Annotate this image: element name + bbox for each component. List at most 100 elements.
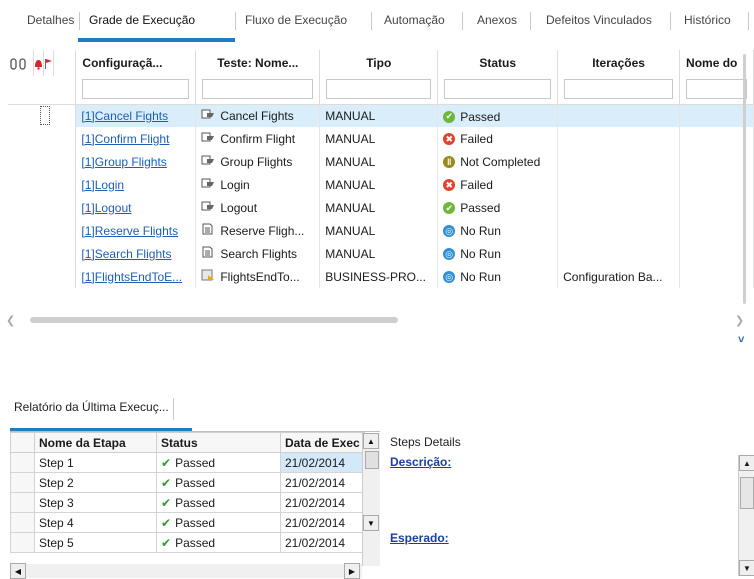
scrollbar-thumb[interactable] [30,317,398,323]
step-row[interactable]: Step 5 ✔ Passed 21/02/2014 [10,532,365,553]
tab-automacao[interactable]: Automação [384,13,445,27]
scroll-left-icon[interactable]: ❮ [6,314,15,327]
row-header[interactable] [10,472,35,493]
row-header[interactable] [10,532,35,553]
status-icon: ✖ [443,179,456,192]
step-name: Step 5 [34,532,157,553]
flag-column-header[interactable] [43,50,55,76]
table-row[interactable]: [1]FlightsEndToE... FlightsEndTo... BUSINE… [8,265,754,288]
configuration-link[interactable]: [1]Reserve Flights [81,224,178,238]
tab-anexos[interactable]: Anexos [477,13,517,27]
configuration-link[interactable]: [1]Confirm Flight [81,132,169,146]
table-row[interactable]: [1]Reserve Flights Reserve Fligh... MANUAL… [8,219,754,242]
step-row[interactable]: Step 4 ✔ Passed 21/02/2014 [10,512,365,533]
status-text: Failed [460,178,493,193]
tab-grade-de-execucao[interactable]: Grade de Execução [89,13,195,27]
status-text: Passed [460,201,501,216]
status-text: No Run [460,270,501,285]
column-header-teste-nome[interactable]: Teste: Nome... [195,50,321,76]
tab-detalhes[interactable]: Detalhes [27,13,74,27]
table-row[interactable]: [1]Group Flights Group Flights MANUAL ‖ Not … [8,150,754,173]
step-row[interactable]: Step 3 ✔ Passed 21/02/2014 [10,492,365,513]
row-header[interactable] [10,492,35,513]
tab-historico[interactable]: Histórico [684,13,731,27]
step-date: 21/02/2014 [280,452,365,473]
filter-input-iteracoes[interactable] [564,78,674,99]
test-name: Logout [220,200,258,215]
tab-bar: Detalhes Grade de Execução Fluxo de Exec… [0,0,754,42]
tab-separator [748,12,749,30]
descricao-label[interactable]: Descrição: [390,455,451,469]
table-row[interactable]: [1]Search Flights Search Flights MANUAL ◎ No… [8,242,754,265]
tab-relatorio-ultima-execucao[interactable]: Relatório da Última Execuç... [10,398,174,420]
scroll-right-icon[interactable]: ❯ [735,314,744,327]
scrollbar-thumb[interactable] [740,477,754,509]
status-icon: ‖ [443,156,456,169]
status-icon: ✔ [443,202,456,215]
row-header[interactable] [10,452,35,473]
details-vertical-scrollbar[interactable]: ▲ ▼ [738,455,754,576]
configuration-link[interactable]: [1]Cancel Fights [81,109,168,123]
table-row[interactable]: [1]Login Login MANUAL ✖ Failed [8,173,754,196]
test-type: MANUAL [325,200,376,215]
check-icon: ✔ [161,475,172,490]
table-row[interactable]: [1]Logout Logout MANUAL ✔ Passed [8,196,754,219]
configuration-link[interactable]: [1]Login [81,178,124,192]
table-row[interactable]: [1]Cancel Fights Cancel Fights MANUAL ✔ Pass… [8,104,754,127]
step-status: Passed [175,495,216,510]
column-header-status[interactable]: Status [437,50,559,76]
configuration-link[interactable]: [1]Search Flights [81,247,171,261]
step-status: Passed [175,475,216,490]
check-icon: ✔ [161,515,172,530]
document-test-icon [201,246,215,261]
test-type: MANUAL [325,177,376,192]
step-row[interactable]: Step 1 ✔ Passed 21/02/2014 [10,452,365,473]
collapse-double-chevron-icon[interactable]: ˅ [738,334,744,346]
step-status: Passed [175,455,216,470]
column-header-step-status[interactable]: Status [156,432,281,453]
configuration-link[interactable]: [1]Logout [81,201,131,215]
scroll-up-icon[interactable]: ▲ [363,433,379,449]
column-header-iteracoes[interactable]: Iterações [557,50,681,76]
test-type: MANUAL [325,154,376,169]
filter-input-status[interactable] [444,78,552,99]
filter-input-tipo[interactable] [326,78,432,99]
iterations-value: Configuration Ba... [563,269,663,284]
scroll-right-icon[interactable]: ▶ [344,563,360,579]
tab-separator [371,12,372,30]
step-row[interactable]: Step 2 ✔ Passed 21/02/2014 [10,472,365,493]
scroll-left-icon[interactable]: ◀ [10,563,26,579]
scroll-down-icon[interactable]: ▼ [739,560,754,576]
column-header-nome-da-etapa[interactable]: Nome da Etapa [34,432,157,453]
tab-fluxo-de-execucao[interactable]: Fluxo de Execução [245,13,347,27]
check-icon: ✔ [161,495,172,510]
configuration-link[interactable]: [1]FlightsEndToE... [81,270,182,284]
configuration-link[interactable]: [1]Group Flights [81,155,166,169]
tab-separator [670,12,671,30]
grid-horizontal-scrollbar[interactable]: ❮ ❯ [0,312,754,327]
scroll-up-icon[interactable]: ▲ [739,455,754,471]
scroll-down-icon[interactable]: ▼ [363,515,379,531]
esperado-label[interactable]: Esperado: [390,531,449,545]
row-header[interactable] [10,512,35,533]
filter-input-nome-do[interactable] [686,78,747,99]
attachment-column-header[interactable] [8,50,35,76]
step-status: Passed [175,535,216,550]
filter-input-teste-nome[interactable] [202,78,314,99]
status-text: Not Completed [460,155,541,170]
column-header-data-de-execucao[interactable]: Data de Exec [280,432,365,453]
test-name: Search Flights [220,246,298,261]
filter-row [8,76,754,105]
steps-vertical-scrollbar[interactable]: ▲ ▼ [362,433,380,566]
table-row[interactable]: [1]Confirm Flight Confirm Flight MANUAL ✖ Fa… [8,127,754,150]
step-name: Step 3 [34,492,157,513]
filter-input-configuracao[interactable] [82,78,190,99]
scrollbar-thumb[interactable] [365,451,379,469]
column-header-configuracao[interactable]: Configuraçã... [75,50,197,76]
grid-vertical-scrollbar[interactable] [743,54,746,304]
test-type: MANUAL [325,131,376,146]
alert-column-header[interactable] [33,50,45,76]
column-header-tipo[interactable]: Tipo [319,50,439,76]
manual-test-icon [201,154,215,169]
tab-defeitos-vinculados[interactable]: Defeitos Vinculados [546,13,652,27]
